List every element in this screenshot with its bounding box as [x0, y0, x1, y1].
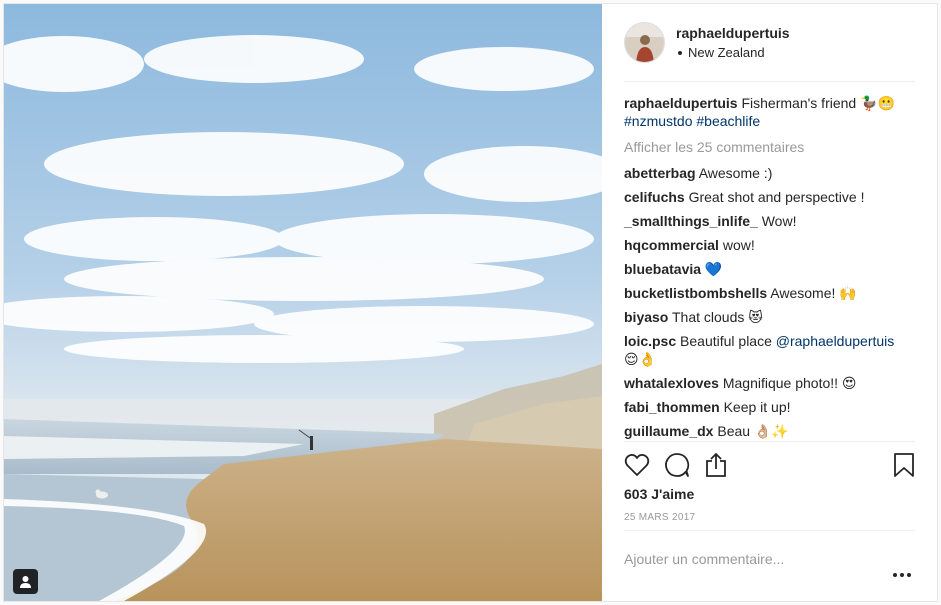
beach-photo [4, 4, 602, 601]
comment-row: biyaso That clouds 😻 [624, 308, 915, 326]
comment-username[interactable]: _smallthings_inlife_ [624, 213, 758, 229]
comment-row: fabi_thommen Keep it up! [624, 398, 915, 416]
more-options-icon[interactable] [893, 573, 911, 577]
comment-row: celifuchs Great shot and perspective ! [624, 188, 915, 206]
caption-text: Fisherman's friend 🦆😬 [741, 95, 895, 111]
user-tag-icon[interactable] [13, 569, 38, 594]
caption-username[interactable]: raphaeldupertuis [624, 95, 738, 111]
comment-username[interactable]: bucketlistbombshells [624, 285, 767, 301]
comment-row: guillaume_dx Beau 👌🏼✨ [624, 422, 915, 440]
heart-icon[interactable] [624, 453, 650, 477]
instagram-post: raphaeldupertuis New Zealand raphaeldupe… [3, 3, 938, 602]
comments-section: raphaeldupertuis Fisherman's friend 🦆😬 #… [624, 94, 915, 446]
comment-list: abetterbag Awesome :) celifuchs Great sho… [624, 164, 915, 440]
comment-row: abetterbag Awesome :) [624, 164, 915, 182]
avatar[interactable] [624, 22, 665, 63]
comment-row: whatalexloves Magnifique photo!! 😍 [624, 374, 915, 392]
view-all-comments-link[interactable]: Afficher les 25 commentaires [624, 138, 915, 156]
comment-text: Awesome :) [698, 165, 773, 181]
post-header: raphaeldupertuis New Zealand [624, 22, 790, 63]
comment-emoji: 😌👌 [624, 351, 657, 367]
share-icon[interactable] [704, 452, 728, 478]
caption-hashtags[interactable]: #nzmustdo #beachlife [624, 113, 760, 129]
bookmark-icon[interactable] [893, 452, 915, 478]
comment-text: Beau 👌🏼✨ [717, 423, 789, 439]
comment-text: That clouds 😻 [672, 309, 763, 325]
caption: raphaeldupertuis Fisherman's friend 🦆😬 #… [624, 94, 915, 130]
comment-row: bluebatavia 💙 [624, 260, 915, 278]
post-date[interactable]: 25 MARS 2017 [624, 512, 695, 523]
divider [624, 81, 915, 82]
comment-row: hqcommercial wow! [624, 236, 915, 254]
comment-text: Wow! [761, 213, 797, 229]
likes-count[interactable]: 603 J'aime [624, 486, 694, 502]
divider [624, 530, 915, 531]
post-photo[interactable] [4, 4, 602, 601]
add-comment-input[interactable]: Ajouter un commentaire... [624, 551, 784, 567]
comment-username[interactable]: abetterbag [624, 165, 696, 181]
comment-row: _smallthings_inlife_ Wow! [624, 212, 915, 230]
comment-text: wow! [722, 237, 755, 253]
comment-username[interactable]: biyaso [624, 309, 668, 325]
comment-username[interactable]: loic.psc [624, 333, 676, 349]
comment-text: Beautiful place [680, 333, 772, 349]
comment-text: 💙 [704, 261, 723, 277]
comment-row: loic.psc Beautiful place @raphaeldupertu… [624, 332, 915, 368]
comment-text: Awesome! 🙌 [770, 285, 857, 301]
comment-mention[interactable]: @raphaeldupertuis [776, 333, 895, 349]
comment-username[interactable]: whatalexloves [624, 375, 719, 391]
comment-text: Magnifique photo!! 😍 [722, 375, 857, 391]
comment-row: bucketlistbombshells Awesome! 🙌 [624, 284, 915, 302]
comment-icon[interactable] [664, 452, 690, 478]
post-sidebar: raphaeldupertuis New Zealand raphaeldupe… [602, 4, 937, 601]
comment-username[interactable]: celifuchs [624, 189, 685, 205]
comment-username[interactable]: guillaume_dx [624, 423, 713, 439]
comment-text: Great shot and perspective ! [688, 189, 865, 205]
location-label[interactable]: New Zealand [688, 45, 765, 61]
header-username[interactable]: raphaeldupertuis [676, 24, 790, 42]
divider [624, 441, 915, 442]
comment-text: Keep it up! [723, 399, 791, 415]
location[interactable]: New Zealand [676, 45, 790, 61]
action-bar [624, 452, 915, 478]
comment-username[interactable]: fabi_thommen [624, 399, 720, 415]
comment-username[interactable]: bluebatavia [624, 261, 701, 277]
comment-username[interactable]: hqcommercial [624, 237, 719, 253]
